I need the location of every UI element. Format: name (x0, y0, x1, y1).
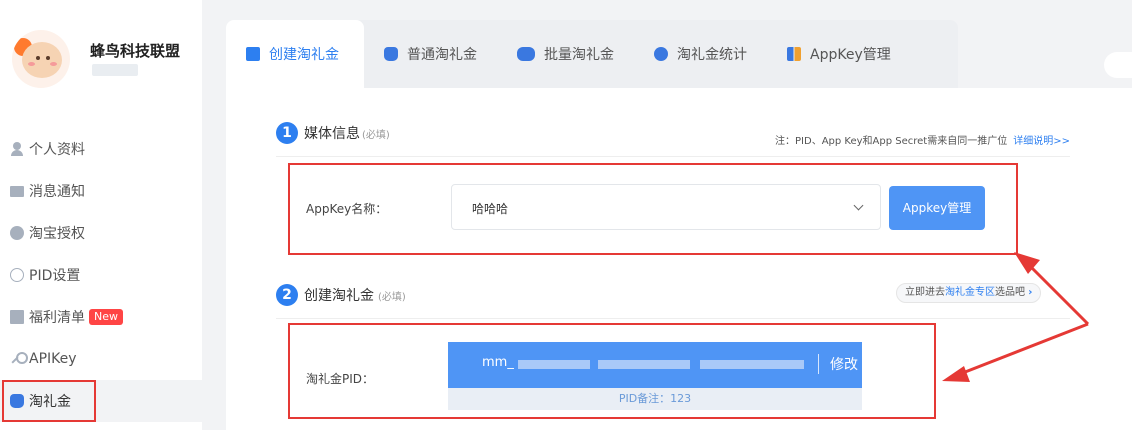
required-hint: (必填) (378, 291, 406, 303)
username: 蜂鸟科技联盟 (90, 42, 181, 60)
grid-icon (787, 47, 801, 61)
money-bags-icon (517, 47, 535, 61)
sidebar-item-messages[interactable]: 消息通知 (0, 170, 202, 212)
tab-label: 普通淘礼金 (407, 47, 477, 63)
avatar-eye-icon (46, 56, 50, 60)
goto-prefix: 立即进去 (905, 287, 945, 298)
mail-icon (10, 186, 24, 197)
annotation-box-pid (288, 323, 936, 419)
chart-icon (654, 47, 668, 61)
goto-suffix: 选品吧 (995, 287, 1025, 298)
sidebar-item-label: 淘宝授权 (29, 226, 85, 242)
annotation-box-sidebar (2, 380, 96, 422)
user-profile: 蜂鸟科技联盟 (0, 0, 202, 110)
pid-note: 注：PID、App Key和App Secret需来自同一推广位 详细说明>> (775, 132, 1070, 147)
sidebar-item-label: 个人资料 (29, 142, 85, 158)
sidebar-menu: 个人资料 消息通知 淘宝授权 PID设置 福利清单 New APIKey 淘礼金 (0, 128, 202, 422)
goto-highlight: 淘礼金专区 (945, 287, 995, 298)
sidebar-item-apikey[interactable]: APIKey (0, 338, 202, 380)
sidebar-item-pid-settings[interactable]: PID设置 (0, 254, 202, 296)
avatar[interactable] (12, 30, 70, 88)
divider (276, 318, 1070, 319)
tab-appkey-manage[interactable]: AppKey管理 (767, 20, 911, 88)
sidebar-item-label: 福利清单 (29, 310, 85, 326)
tab-batch-taolijin[interactable]: 批量淘礼金 (497, 20, 634, 88)
detail-link[interactable]: 详细说明>> (1013, 136, 1070, 147)
tab-create-taolijin[interactable]: 创建淘礼金 (226, 20, 364, 88)
sidebar-item-welfare-list[interactable]: 福利清单 New (0, 296, 202, 338)
app-root: 蜂鸟科技联盟 个人资料 消息通知 淘宝授权 PID设置 福利清单 New API… (0, 0, 1132, 430)
note-text: 注：PID、App Key和App Secret需来自同一推广位 (775, 136, 1008, 147)
divider (276, 156, 1070, 157)
avatar-cheek-icon (28, 62, 35, 66)
side-toggle[interactable] (1104, 52, 1132, 78)
tab-normal-taolijin[interactable]: 普通淘礼金 (364, 20, 497, 88)
gear-icon (10, 268, 24, 282)
username-blurred (92, 64, 138, 76)
tab-label: 创建淘礼金 (269, 47, 339, 63)
chevron-right-icon: › (1028, 287, 1033, 298)
goto-taolijin-zone-link[interactable]: 立即进去淘礼金专区选品吧 › (896, 283, 1042, 303)
key-icon (10, 352, 28, 366)
list-icon (10, 310, 24, 324)
tab-label: 批量淘礼金 (544, 47, 614, 63)
person-icon (10, 142, 24, 156)
avatar-eye-icon (36, 56, 40, 60)
sidebar-item-profile[interactable]: 个人资料 (0, 128, 202, 170)
new-badge: New (89, 309, 123, 325)
sidebar: 蜂鸟科技联盟 个人资料 消息通知 淘宝授权 PID设置 福利清单 New API… (0, 0, 202, 430)
tab-bar: 创建淘礼金 普通淘礼金 批量淘礼金 淘礼金统计 AppKey管理 (226, 20, 958, 88)
required-hint: (必填) (362, 129, 390, 141)
avatar-cheek-icon (50, 62, 57, 66)
tab-label: 淘礼金统计 (677, 47, 747, 63)
step-number: 2 (276, 284, 298, 306)
document-plus-icon (246, 47, 260, 61)
taobao-icon (10, 226, 24, 240)
section-create-header: 2 创建淘礼金 (必填) (276, 284, 406, 306)
section-media-info-header: 1 媒体信息 (必填) (276, 122, 390, 144)
section-title: 创建淘礼金 (304, 288, 374, 304)
section-title: 媒体信息 (304, 126, 360, 142)
step-number: 1 (276, 122, 298, 144)
sidebar-item-label: PID设置 (29, 268, 81, 284)
avatar-face-icon (22, 42, 62, 78)
sidebar-item-taobao-auth[interactable]: 淘宝授权 (0, 212, 202, 254)
money-bag-icon (384, 47, 398, 61)
annotation-box-appkey (288, 163, 1018, 255)
tab-taolijin-stats[interactable]: 淘礼金统计 (634, 20, 767, 88)
sidebar-item-label: APIKey (29, 351, 77, 367)
tab-label: AppKey管理 (810, 47, 891, 63)
sidebar-item-label: 消息通知 (29, 184, 85, 200)
